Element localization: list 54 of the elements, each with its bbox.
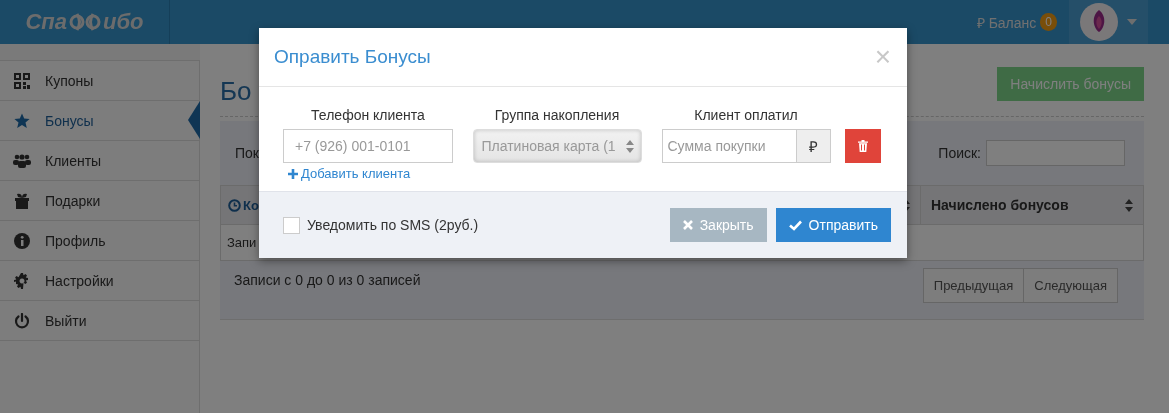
balance-link[interactable]: ₽ Баланс <box>976 12 1037 32</box>
star-icon <box>13 112 31 129</box>
settings-icon <box>13 272 31 289</box>
modal-title: Оправить Бонусы <box>274 46 431 68</box>
currency-addon: ₽ <box>796 129 831 163</box>
add-client-link[interactable]: Добавить клиента <box>288 166 411 181</box>
search-field[interactable] <box>986 140 1125 166</box>
search-label: Поиск: <box>938 145 981 161</box>
column-header[interactable]: Ко <box>243 197 259 213</box>
field-label: Клиент оплатил <box>694 107 798 123</box>
sms-checkbox[interactable] <box>283 216 300 234</box>
page-title: Бо <box>220 75 252 107</box>
sidebar-item[interactable]: Клиенты <box>0 141 199 181</box>
column-header[interactable]: Начислено бонусов <box>931 197 1069 213</box>
logo-text: ибо <box>103 9 144 35</box>
avatar-image <box>1079 2 1119 42</box>
check-icon <box>788 219 802 231</box>
page-size-label: Пок <box>235 145 259 161</box>
pagination-button[interactable]: Следующая <box>1024 268 1118 303</box>
plus-icon <box>288 168 298 179</box>
power-icon <box>13 312 31 329</box>
close-icon <box>682 220 693 230</box>
sidebar-item[interactable]: Профиль <box>0 221 199 261</box>
pagination-button[interactable]: Предыдущая <box>922 268 1025 303</box>
user-menu[interactable] <box>1069 0 1148 44</box>
sidebar-item[interactable]: Выйти <box>0 301 199 341</box>
sidebar-item[interactable]: Бонусы <box>0 101 199 141</box>
table-cell: Запи <box>227 235 257 250</box>
caret-icon <box>1127 19 1137 25</box>
clock-icon <box>228 198 241 212</box>
qr-code-icon <box>13 72 31 89</box>
logo-text: Спа <box>25 9 68 35</box>
sidebar-item[interactable]: Подарки <box>0 181 199 221</box>
phone-field[interactable]: +7 (926) 001-0101 <box>283 129 453 163</box>
sidebar-item[interactable]: Купоны <box>0 61 199 101</box>
select-arrows-icon <box>625 139 634 153</box>
close-button[interactable]: Закрыть <box>669 208 767 242</box>
delete-button[interactable] <box>845 129 881 163</box>
records-info: Записи с 0 до 0 из 0 записей <box>234 271 421 288</box>
group-select[interactable]: Платиновая карта (1 <box>472 129 642 163</box>
sort-icon[interactable] <box>1125 198 1133 212</box>
sms-label: Уведомить по SMS (2руб.) <box>307 217 479 233</box>
submit-button[interactable]: Отправить <box>775 208 891 242</box>
field-label: Группа накопления <box>494 107 620 123</box>
logo-swirl-icon <box>68 12 103 32</box>
selection-pointer-icon <box>188 101 200 139</box>
users-icon <box>13 153 31 168</box>
balance-count: 0 <box>1040 13 1057 31</box>
amount-field[interactable]: Сумма покупки <box>661 129 797 163</box>
sidebar-item[interactable]: Настройки <box>0 261 199 301</box>
gift-icon <box>13 192 31 209</box>
info-icon <box>13 232 31 249</box>
trash-icon <box>858 140 868 152</box>
field-label: Телефон клиента <box>311 107 425 123</box>
